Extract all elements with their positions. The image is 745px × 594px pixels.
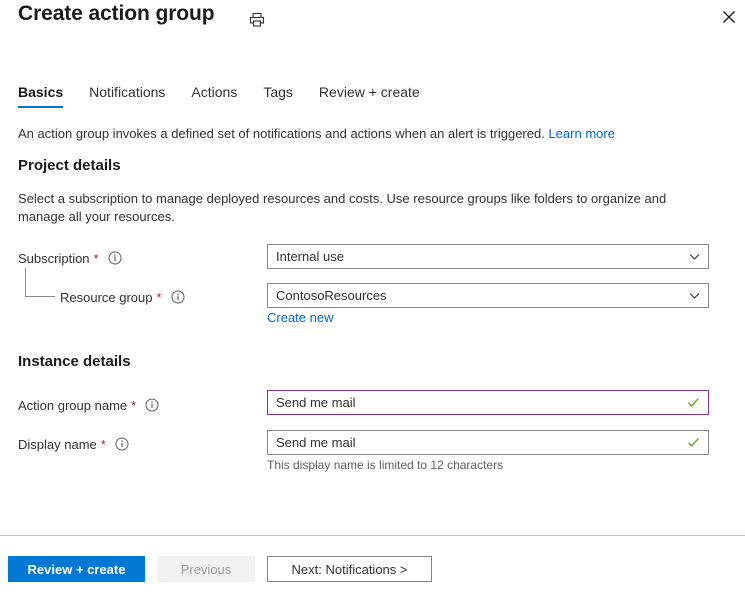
info-icon[interactable]: [115, 437, 129, 451]
intro-description: An action group invokes a defined set of…: [18, 126, 545, 141]
subscription-label: Subscription *: [18, 247, 122, 269]
footer-bar: Review + create Previous Next: Notificat…: [0, 536, 745, 594]
chevron-down-icon: [688, 290, 700, 302]
subscription-required-asterisk: *: [93, 250, 99, 266]
tab-tags[interactable]: Tags: [250, 84, 306, 108]
action-group-name-label-text: Action group name: [18, 397, 128, 413]
page-title: Create action group: [18, 2, 215, 25]
tab-tags-label: Tags: [263, 84, 293, 100]
resource-group-required-asterisk: *: [156, 289, 162, 305]
action-group-name-label: Action group name *: [18, 394, 159, 416]
resource-group-tree-connector: [25, 268, 55, 297]
tab-review-create[interactable]: Review + create: [306, 84, 433, 108]
tab-actions-label: Actions: [191, 84, 238, 100]
info-icon[interactable]: [171, 290, 185, 304]
info-icon[interactable]: [108, 251, 122, 265]
intro-text: An action group invokes a defined set of…: [18, 125, 718, 142]
page-header: Create action group: [0, 0, 745, 48]
action-group-name-value: Send me mail: [276, 395, 356, 410]
resource-group-value: ContosoResources: [276, 288, 387, 303]
action-group-name-required-asterisk: *: [131, 397, 137, 413]
tab-actions[interactable]: Actions: [178, 84, 250, 108]
resource-group-dropdown[interactable]: ContosoResources: [267, 283, 709, 308]
checkmark-icon: [686, 396, 700, 410]
close-icon[interactable]: [718, 6, 740, 28]
display-name-required-asterisk: *: [100, 436, 106, 452]
tab-bar: Basics Notifications Actions Tags Review…: [18, 84, 433, 108]
next-notifications-button[interactable]: Next: Notifications >: [267, 556, 432, 582]
display-name-label: Display name *: [18, 433, 129, 455]
info-icon[interactable]: [145, 398, 159, 412]
previous-button: Previous: [157, 556, 255, 582]
create-new-link[interactable]: Create new: [267, 310, 333, 325]
checkmark-icon: [686, 436, 700, 450]
resource-group-label-text: Resource group: [60, 289, 153, 305]
instance-details-heading: Instance details: [18, 353, 131, 370]
tab-notifications-label: Notifications: [89, 84, 166, 100]
action-group-name-input[interactable]: Send me mail: [267, 390, 709, 415]
tab-basics-label: Basics: [18, 84, 64, 100]
chevron-down-icon: [688, 251, 700, 263]
subscription-value: Internal use: [276, 249, 344, 264]
tab-notifications[interactable]: Notifications: [76, 84, 178, 108]
subscription-dropdown[interactable]: Internal use: [267, 244, 709, 269]
tab-review-create-label: Review + create: [318, 84, 420, 100]
subscription-label-text: Subscription: [18, 250, 90, 266]
project-details-heading: Project details: [18, 157, 121, 174]
review-create-button[interactable]: Review + create: [8, 556, 145, 582]
learn-more-link[interactable]: Learn more: [548, 126, 614, 141]
tab-basics[interactable]: Basics: [18, 84, 76, 108]
display-name-hint: This display name is limited to 12 chara…: [267, 458, 504, 472]
display-name-value: Send me mail: [276, 435, 356, 450]
project-details-description: Select a subscription to manage deployed…: [18, 191, 667, 224]
display-name-input[interactable]: Send me mail: [267, 430, 709, 455]
resource-group-label: Resource group *: [60, 286, 185, 308]
printer-icon[interactable]: [246, 9, 268, 31]
display-name-label-text: Display name: [18, 436, 97, 452]
